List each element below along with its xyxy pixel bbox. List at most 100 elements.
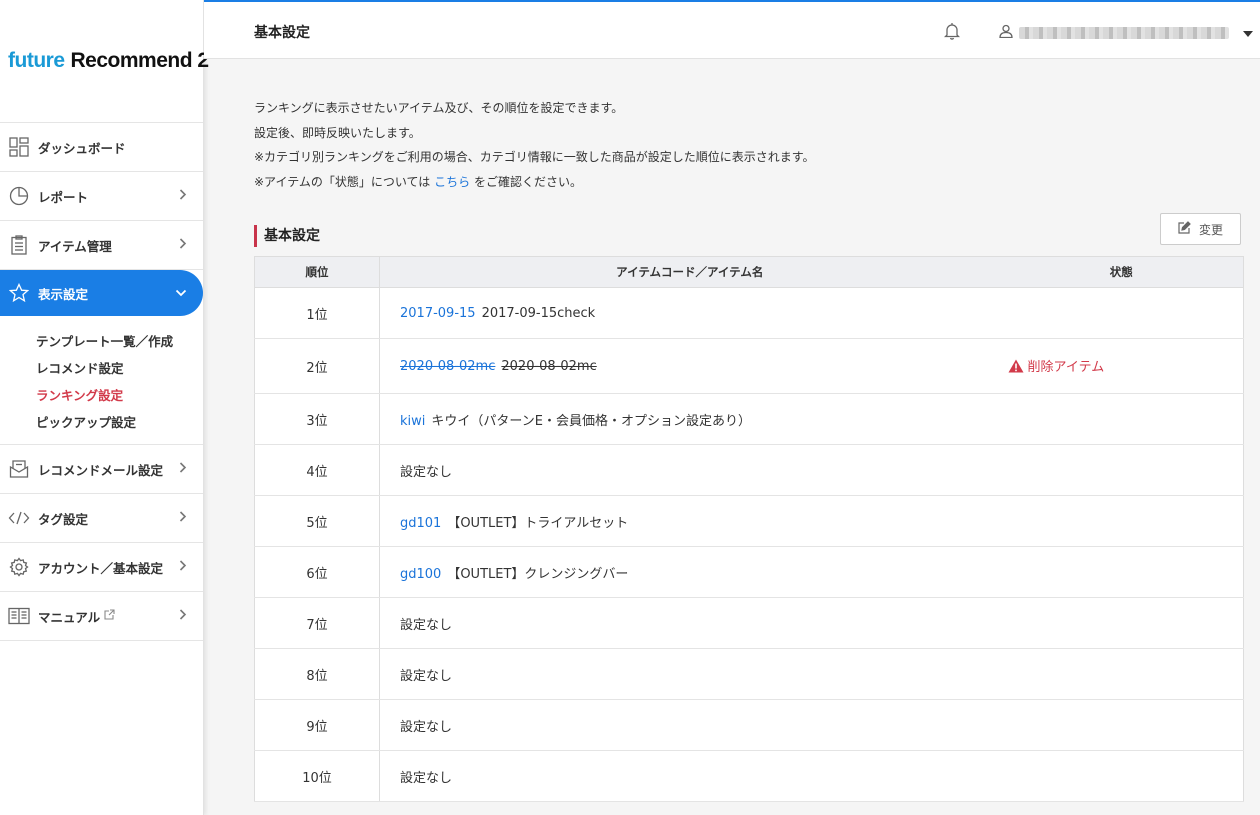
item-cell: 設定なし <box>379 750 1000 802</box>
chevron-right-icon <box>179 462 187 477</box>
submenu-item-templates[interactable]: テンプレート一覧／作成 <box>36 328 203 355</box>
state-cell <box>999 648 1244 700</box>
star-icon <box>8 282 30 304</box>
item-name: 2020-08-02mc <box>501 358 597 374</box>
sidebar-item-dashboard[interactable]: ダッシュボード <box>0 123 203 172</box>
sidebar-item-label: マニュアル <box>38 609 101 625</box>
chevron-down-icon <box>175 286 187 300</box>
description-line: 設定後、即時反映いたします。 <box>254 125 421 140</box>
rank-cell: 4位 <box>254 444 380 496</box>
edit-icon <box>1178 221 1191 237</box>
rank-cell: 9位 <box>254 699 380 751</box>
user-name-blurred <box>1019 27 1229 39</box>
item-code-link[interactable]: 2017-09-15 <box>400 306 476 321</box>
item-cell: 設定なし <box>379 444 1000 496</box>
description: ランキングに表示させたいアイテム及び、その順位を設定できます。 設定後、即時反映… <box>254 96 1244 194</box>
sidebar-item-display-settings[interactable]: 表示設定 <box>0 270 203 316</box>
item-name: 【OUTLET】クレンジングバー <box>447 566 629 582</box>
logo-part1: future <box>8 49 65 72</box>
table-header-row: 順位 アイテムコード／アイテム名 状態 <box>254 256 1244 288</box>
column-header-state: 状態 <box>999 256 1244 288</box>
user-icon <box>999 24 1013 42</box>
rank-cell: 3位 <box>254 393 380 445</box>
submenu-item-recommend[interactable]: レコメンド設定 <box>36 355 203 382</box>
sidebar-item-recommend-mail[interactable]: レコメンドメール設定 <box>0 445 203 494</box>
state-cell <box>999 750 1244 802</box>
pie-chart-icon <box>8 185 30 207</box>
sidebar-item-label: タグ設定 <box>38 511 89 527</box>
submenu-item-pickup[interactable]: ピックアップ設定 <box>36 409 203 436</box>
rank-cell: 10位 <box>254 750 380 802</box>
app-logo[interactable]: future Recommend 2 <box>0 0 209 122</box>
table-row: 2位 2020-08-02mc 2020-08-02mc 削除アイテム <box>254 338 1244 394</box>
sidebar-item-label: ダッシュボード <box>38 140 126 156</box>
rank-cell: 7位 <box>254 597 380 649</box>
state-cell <box>999 546 1244 598</box>
sidebar-item-account[interactable]: アカウント／基本設定 <box>0 543 203 592</box>
submenu-item-ranking[interactable]: ランキング設定 <box>36 382 203 409</box>
edit-button[interactable]: 変更 <box>1160 213 1241 245</box>
deleted-item-status: 削除アイテム <box>1027 359 1105 375</box>
description-text: をご確認ください。 <box>473 174 582 189</box>
edit-button-label: 変更 <box>1198 222 1223 237</box>
rank-cell: 5位 <box>254 495 380 547</box>
chevron-right-icon <box>179 560 187 575</box>
sidebar-item-tag-settings[interactable]: タグ設定 <box>0 494 203 543</box>
book-icon <box>8 605 30 627</box>
item-code-link[interactable]: gd100 <box>400 567 441 582</box>
sidebar-item-items[interactable]: アイテム管理 <box>0 221 203 270</box>
caret-down-icon <box>1243 27 1253 40</box>
rank-cell: 1位 <box>254 287 380 339</box>
section-title: 基本設定 <box>254 225 320 247</box>
status-help-link[interactable]: こちら <box>434 175 470 189</box>
user-menu[interactable] <box>999 24 1253 42</box>
sidebar-item-label: 表示設定 <box>38 286 89 302</box>
warning-icon <box>1008 359 1024 377</box>
chevron-right-icon <box>179 609 187 624</box>
gear-icon <box>8 556 30 578</box>
submenu-display-settings: テンプレート一覧／作成 レコメンド設定 ランキング設定 ピックアップ設定 <box>0 316 203 445</box>
item-name: 設定なし <box>400 464 453 480</box>
table-row: 1位 2017-09-15 2017-09-15check <box>254 287 1244 339</box>
chevron-right-icon <box>179 189 187 204</box>
rank-cell: 8位 <box>254 648 380 700</box>
bell-icon[interactable] <box>943 22 961 44</box>
item-name: キウイ（パターンE・会員価格・オプション設定あり） <box>431 413 751 429</box>
item-name: 設定なし <box>400 668 453 684</box>
sidebar-item-manual[interactable]: マニュアル <box>0 592 203 641</box>
table-row: 8位 設定なし <box>254 648 1244 700</box>
item-name: 設定なし <box>400 719 453 735</box>
sidebar-item-report[interactable]: レポート <box>0 172 203 221</box>
state-cell <box>999 287 1244 339</box>
external-link-icon <box>104 609 115 623</box>
item-code-link[interactable]: 2020-08-02mc <box>400 359 495 374</box>
item-cell: 2020-08-02mc 2020-08-02mc <box>379 338 1000 394</box>
item-code-link[interactable]: gd101 <box>400 516 441 531</box>
state-cell: 削除アイテム <box>999 338 1244 394</box>
table-row: 9位 設定なし <box>254 699 1244 751</box>
section-header: 基本設定 変更 <box>254 213 1244 261</box>
top-header: 基本設定 <box>204 0 1260 59</box>
description-text: ※アイテムの「状態」については <box>254 174 431 189</box>
item-name: 設定なし <box>400 617 453 633</box>
sidebar-item-label: アカウント／基本設定 <box>38 560 164 576</box>
item-name: 【OUTLET】トライアルセット <box>447 515 629 531</box>
rank-cell: 6位 <box>254 546 380 598</box>
table-row: 5位 gd101 【OUTLET】トライアルセット <box>254 495 1244 547</box>
item-code-link[interactable]: kiwi <box>400 414 425 429</box>
chevron-right-icon <box>179 511 187 526</box>
item-cell: 設定なし <box>379 699 1000 751</box>
clipboard-icon <box>8 234 30 256</box>
item-name: 2017-09-15check <box>481 305 596 321</box>
table-row: 3位 kiwi キウイ（パターンE・会員価格・オプション設定あり） <box>254 393 1244 445</box>
description-line: ※カテゴリ別ランキングをご利用の場合、カテゴリ情報に一致した商品が設定した順位に… <box>254 150 815 164</box>
state-cell <box>999 699 1244 751</box>
item-cell: 2017-09-15 2017-09-15check <box>379 287 1000 339</box>
ranking-table: 順位 アイテムコード／アイテム名 状態 1位 2017-09-15 2017-09… <box>254 256 1244 802</box>
item-cell: kiwi キウイ（パターンE・会員価格・オプション設定あり） <box>379 393 1000 445</box>
description-line: ランキングに表示させたいアイテム及び、その順位を設定できます。 <box>254 101 624 115</box>
sidebar-item-label: レポート <box>38 189 89 205</box>
state-cell <box>999 495 1244 547</box>
column-header-item: アイテムコード／アイテム名 <box>379 256 1000 288</box>
item-cell: gd100 【OUTLET】クレンジングバー <box>379 546 1000 598</box>
